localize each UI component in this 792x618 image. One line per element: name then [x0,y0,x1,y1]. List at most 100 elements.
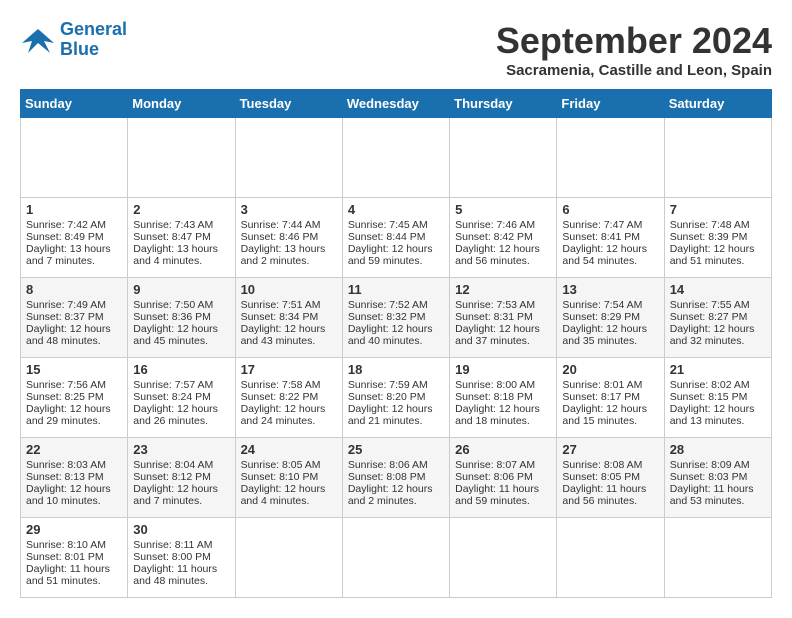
calendar-cell: 10Sunrise: 7:51 AMSunset: 8:34 PMDayligh… [235,278,342,358]
sunset-text: Sunset: 8:00 PM [133,551,211,563]
sunset-text: Sunset: 8:41 PM [562,231,640,243]
day-number: 7 [670,202,766,217]
sunrise-text: Sunrise: 7:43 AM [133,219,213,231]
sunset-text: Sunset: 8:22 PM [241,391,319,403]
sunset-text: Sunset: 8:13 PM [26,471,104,483]
sunset-text: Sunset: 8:31 PM [455,311,533,323]
sunset-text: Sunset: 8:36 PM [133,311,211,323]
calendar-cell: 26Sunrise: 8:07 AMSunset: 8:06 PMDayligh… [450,438,557,518]
calendar-week-row: 1Sunrise: 7:42 AMSunset: 8:49 PMDaylight… [21,198,772,278]
sunrise-text: Sunrise: 7:53 AM [455,299,535,311]
sunset-text: Sunset: 8:39 PM [670,231,748,243]
calendar-week-row: 15Sunrise: 7:56 AMSunset: 8:25 PMDayligh… [21,358,772,438]
day-number: 19 [455,362,551,377]
sunset-text: Sunset: 8:05 PM [562,471,640,483]
sunrise-text: Sunrise: 8:00 AM [455,379,535,391]
daylight-text: Daylight: 12 hours and 2 minutes. [348,483,433,507]
daylight-text: Daylight: 12 hours and 7 minutes. [133,483,218,507]
day-number: 9 [133,282,229,297]
calendar-cell [557,118,664,198]
sunrise-text: Sunrise: 7:51 AM [241,299,321,311]
sunset-text: Sunset: 8:27 PM [670,311,748,323]
sunrise-text: Sunrise: 8:05 AM [241,459,321,471]
sunset-text: Sunset: 8:08 PM [348,471,426,483]
day-number: 11 [348,282,444,297]
calendar-week-row: 22Sunrise: 8:03 AMSunset: 8:13 PMDayligh… [21,438,772,518]
calendar-cell: 17Sunrise: 7:58 AMSunset: 8:22 PMDayligh… [235,358,342,438]
day-number: 28 [670,442,766,457]
sunrise-text: Sunrise: 8:02 AM [670,379,750,391]
daylight-text: Daylight: 11 hours and 48 minutes. [133,563,217,587]
calendar-cell [557,518,664,598]
calendar-cell: 30Sunrise: 8:11 AMSunset: 8:00 PMDayligh… [128,518,235,598]
calendar-cell: 27Sunrise: 8:08 AMSunset: 8:05 PMDayligh… [557,438,664,518]
daylight-text: Daylight: 12 hours and 4 minutes. [241,483,326,507]
daylight-text: Daylight: 11 hours and 51 minutes. [26,563,110,587]
day-number: 18 [348,362,444,377]
calendar-cell [664,518,771,598]
weekday-header-tuesday: Tuesday [235,90,342,118]
daylight-text: Daylight: 12 hours and 21 minutes. [348,403,433,427]
calendar-cell: 5Sunrise: 7:46 AMSunset: 8:42 PMDaylight… [450,198,557,278]
day-number: 30 [133,522,229,537]
weekday-header-wednesday: Wednesday [342,90,449,118]
calendar-cell: 2Sunrise: 7:43 AMSunset: 8:47 PMDaylight… [128,198,235,278]
sunset-text: Sunset: 8:01 PM [26,551,104,563]
daylight-text: Daylight: 13 hours and 7 minutes. [26,243,111,267]
calendar-cell [235,118,342,198]
daylight-text: Daylight: 12 hours and 40 minutes. [348,323,433,347]
daylight-text: Daylight: 12 hours and 43 minutes. [241,323,326,347]
calendar-cell: 28Sunrise: 8:09 AMSunset: 8:03 PMDayligh… [664,438,771,518]
calendar-cell: 8Sunrise: 7:49 AMSunset: 8:37 PMDaylight… [21,278,128,358]
sunrise-text: Sunrise: 8:10 AM [26,539,106,551]
daylight-text: Daylight: 11 hours and 56 minutes. [562,483,646,507]
daylight-text: Daylight: 12 hours and 45 minutes. [133,323,218,347]
sunset-text: Sunset: 8:44 PM [348,231,426,243]
calendar-week-row: 29Sunrise: 8:10 AMSunset: 8:01 PMDayligh… [21,518,772,598]
daylight-text: Daylight: 12 hours and 26 minutes. [133,403,218,427]
day-number: 4 [348,202,444,217]
calendar-header-row: SundayMondayTuesdayWednesdayThursdayFrid… [21,90,772,118]
day-number: 6 [562,202,658,217]
day-number: 20 [562,362,658,377]
calendar-cell: 25Sunrise: 8:06 AMSunset: 8:08 PMDayligh… [342,438,449,518]
daylight-text: Daylight: 12 hours and 59 minutes. [348,243,433,267]
daylight-text: Daylight: 12 hours and 56 minutes. [455,243,540,267]
calendar-cell: 4Sunrise: 7:45 AMSunset: 8:44 PMDaylight… [342,198,449,278]
sunset-text: Sunset: 8:12 PM [133,471,211,483]
calendar-cell [664,118,771,198]
sunrise-text: Sunrise: 7:44 AM [241,219,321,231]
daylight-text: Daylight: 12 hours and 15 minutes. [562,403,647,427]
calendar-cell [450,518,557,598]
sunset-text: Sunset: 8:06 PM [455,471,533,483]
calendar-cell: 20Sunrise: 8:01 AMSunset: 8:17 PMDayligh… [557,358,664,438]
sunrise-text: Sunrise: 7:48 AM [670,219,750,231]
day-number: 15 [26,362,122,377]
sunset-text: Sunset: 8:20 PM [348,391,426,403]
calendar-cell: 15Sunrise: 7:56 AMSunset: 8:25 PMDayligh… [21,358,128,438]
calendar-cell: 22Sunrise: 8:03 AMSunset: 8:13 PMDayligh… [21,438,128,518]
sunset-text: Sunset: 8:32 PM [348,311,426,323]
calendar-cell: 7Sunrise: 7:48 AMSunset: 8:39 PMDaylight… [664,198,771,278]
day-number: 5 [455,202,551,217]
sunset-text: Sunset: 8:10 PM [241,471,319,483]
sunset-text: Sunset: 8:49 PM [26,231,104,243]
sunset-text: Sunset: 8:34 PM [241,311,319,323]
sunset-text: Sunset: 8:18 PM [455,391,533,403]
day-number: 22 [26,442,122,457]
logo: General Blue [20,20,127,60]
daylight-text: Daylight: 11 hours and 53 minutes. [670,483,754,507]
day-number: 12 [455,282,551,297]
calendar-cell: 1Sunrise: 7:42 AMSunset: 8:49 PMDaylight… [21,198,128,278]
day-number: 27 [562,442,658,457]
sunset-text: Sunset: 8:46 PM [241,231,319,243]
sunrise-text: Sunrise: 7:47 AM [562,219,642,231]
daylight-text: Daylight: 12 hours and 48 minutes. [26,323,111,347]
sunset-text: Sunset: 8:24 PM [133,391,211,403]
title-block: September 2024 Sacramenia, Castille and … [496,20,772,79]
calendar-cell [21,118,128,198]
weekday-header-saturday: Saturday [664,90,771,118]
sunset-text: Sunset: 8:15 PM [670,391,748,403]
sunset-text: Sunset: 8:25 PM [26,391,104,403]
sunrise-text: Sunrise: 7:54 AM [562,299,642,311]
